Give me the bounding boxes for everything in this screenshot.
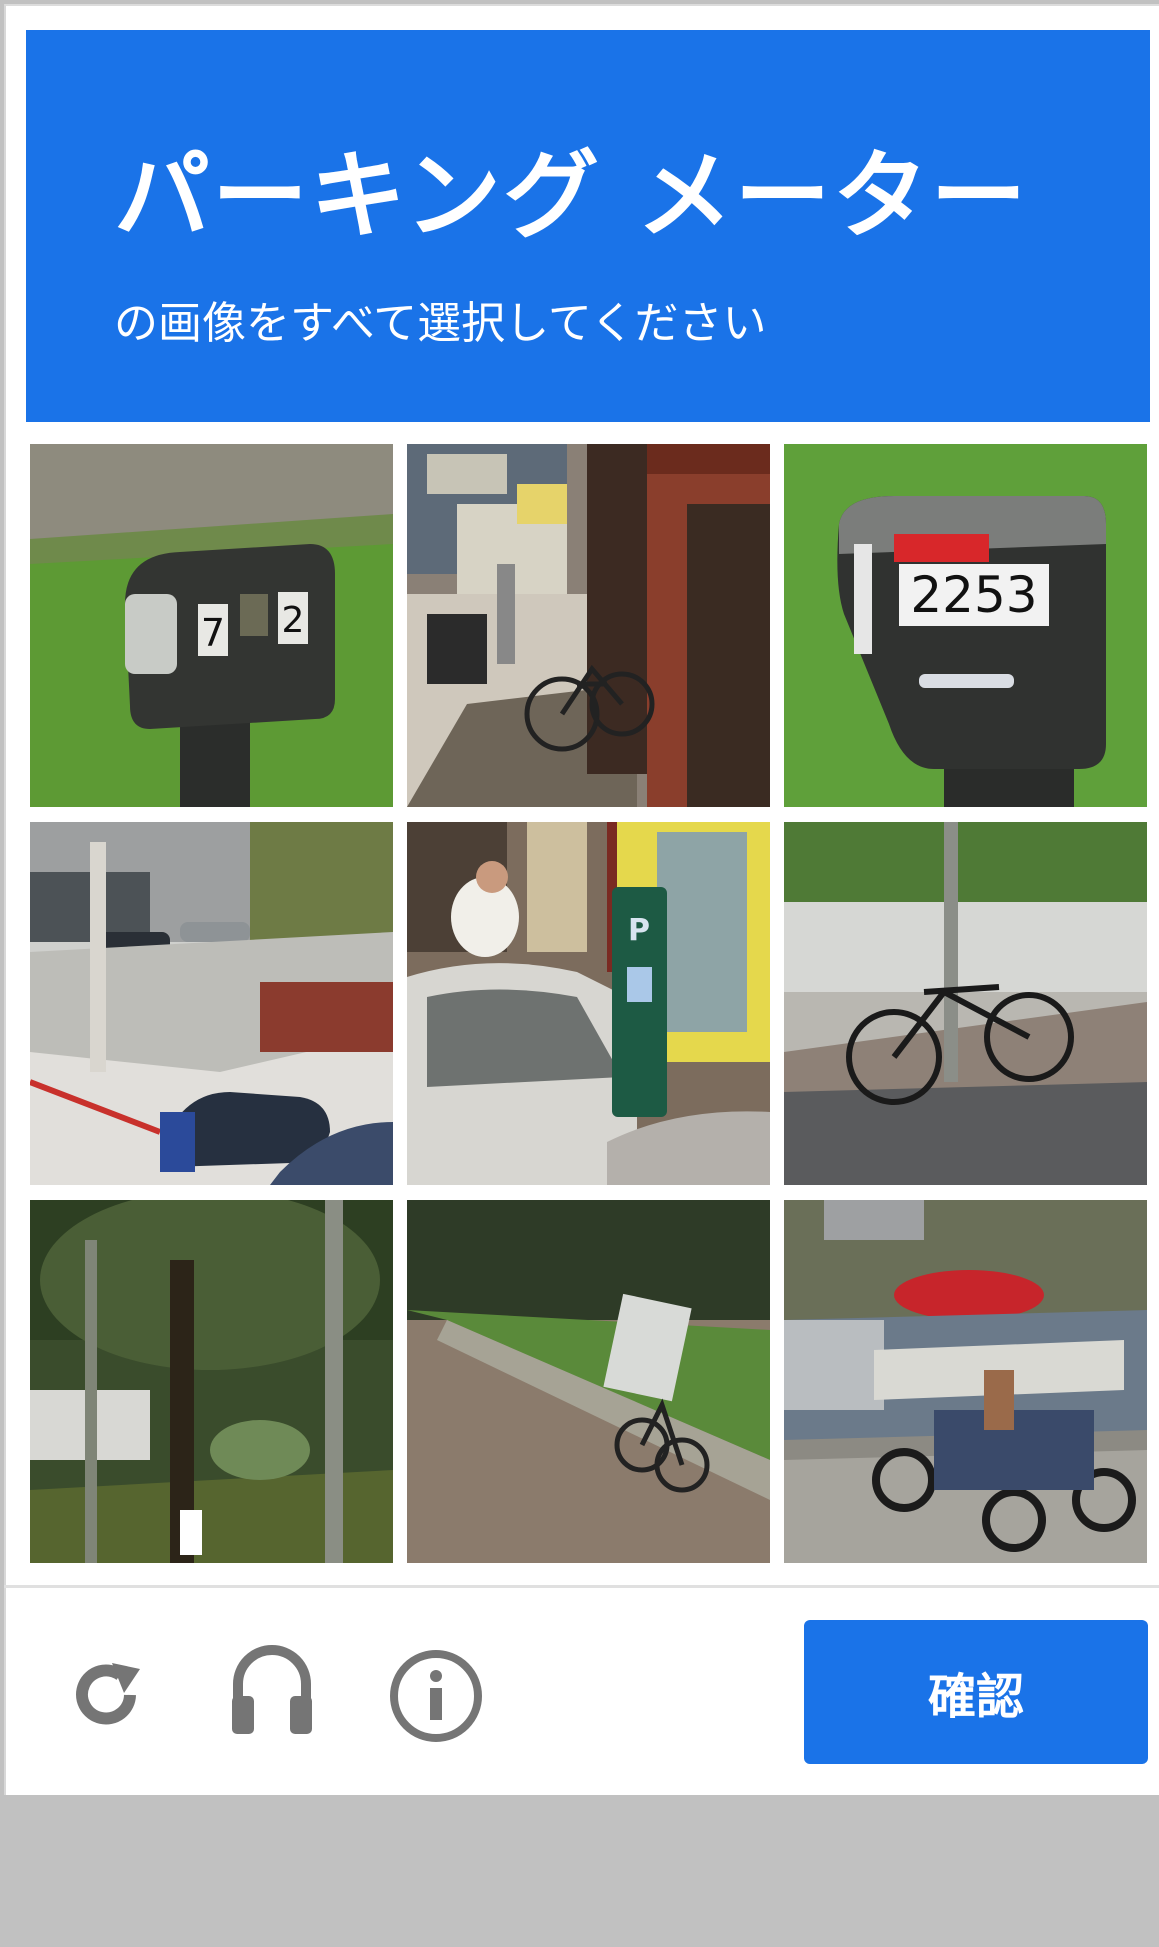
tile-image [407, 1200, 770, 1563]
info-icon[interactable] [388, 1648, 484, 1744]
verify-button[interactable]: 確認 [804, 1620, 1148, 1764]
challenge-instructions: の画像をすべて選択してください [114, 298, 767, 349]
footer-divider [4, 1585, 1159, 1588]
tile-image [784, 1200, 1147, 1563]
tile-image: 2253 [784, 444, 1147, 807]
challenge-title: パーキング メーター [114, 140, 1029, 252]
tile-image [30, 822, 393, 1185]
tile-image: P [407, 822, 770, 1185]
image-tile-5[interactable]: P [407, 822, 770, 1185]
image-tile-4[interactable] [30, 822, 393, 1185]
image-tile-3[interactable]: 2253 [784, 444, 1147, 807]
meter-label: 2 [282, 600, 305, 641]
image-tile-1[interactable]: 7 2 [30, 444, 393, 807]
image-tile-2[interactable] [407, 444, 770, 807]
meter-label: 7 [201, 611, 225, 655]
challenge-header: パーキング メーター の画像をすべて選択してください [26, 30, 1150, 422]
tile-image [30, 1200, 393, 1563]
image-tile-7[interactable] [30, 1200, 393, 1563]
meter-label: 2253 [910, 566, 1037, 624]
reload-icon[interactable] [68, 1655, 148, 1735]
tile-image [784, 822, 1147, 1185]
tile-image: 7 2 [30, 444, 393, 807]
headphones-icon[interactable] [228, 1640, 316, 1736]
meter-label: P [628, 913, 650, 948]
image-tile-8[interactable] [407, 1200, 770, 1563]
tile-image [407, 444, 770, 807]
image-tile-9[interactable] [784, 1200, 1147, 1563]
image-tile-6[interactable] [784, 822, 1147, 1185]
